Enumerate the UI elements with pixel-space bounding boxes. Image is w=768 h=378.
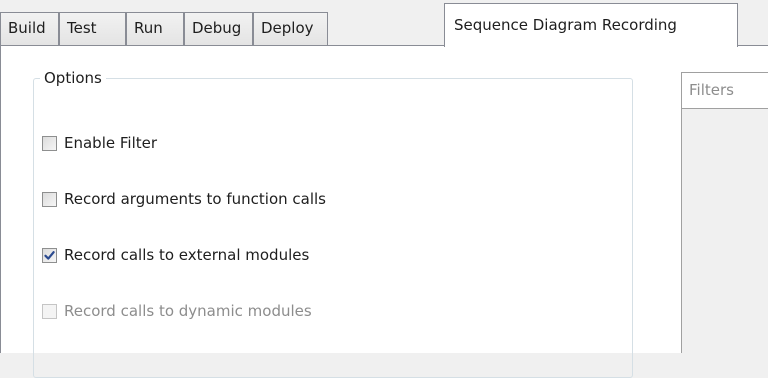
enable-filter-option[interactable]: Enable Filter: [42, 132, 157, 154]
tab-test[interactable]: Test: [59, 12, 126, 45]
record-arguments-option[interactable]: Record arguments to function calls: [42, 188, 326, 210]
tab-run[interactable]: Run: [126, 12, 184, 45]
tab-build[interactable]: Build: [0, 12, 59, 45]
record-dynamic-modules-option: Record calls to dynamic modules: [42, 300, 312, 322]
tab-strip: Build Test Run Debug Deploy Sequence Dia…: [0, 0, 768, 47]
enable-filter-label: Enable Filter: [64, 134, 158, 152]
tab-debug[interactable]: Debug: [184, 12, 253, 45]
enable-filter-checkbox[interactable]: [42, 135, 57, 151]
options-group-title: Options: [40, 67, 106, 89]
record-dynamic-modules-checkbox: [42, 303, 57, 319]
filters-panel: Filters: [681, 72, 768, 353]
filters-header: Filters: [682, 73, 768, 109]
options-groupbox: Options: [33, 67, 633, 378]
record-external-modules-label: Record calls to external modules: [64, 246, 310, 264]
record-arguments-label: Record arguments to function calls: [64, 190, 326, 208]
record-external-modules-option[interactable]: Record calls to external modules: [42, 244, 309, 266]
tab-page-sequence-diagram-recording: Options Enable Filter Record arguments t…: [0, 46, 768, 378]
record-dynamic-modules-label: Record calls to dynamic modules: [64, 302, 312, 320]
tab-sequence-diagram-recording[interactable]: Sequence Diagram Recording: [444, 3, 738, 47]
check-icon: [44, 250, 55, 260]
tab-deploy[interactable]: Deploy: [253, 12, 328, 45]
record-external-modules-checkbox[interactable]: [42, 247, 57, 263]
record-arguments-checkbox[interactable]: [42, 191, 57, 207]
